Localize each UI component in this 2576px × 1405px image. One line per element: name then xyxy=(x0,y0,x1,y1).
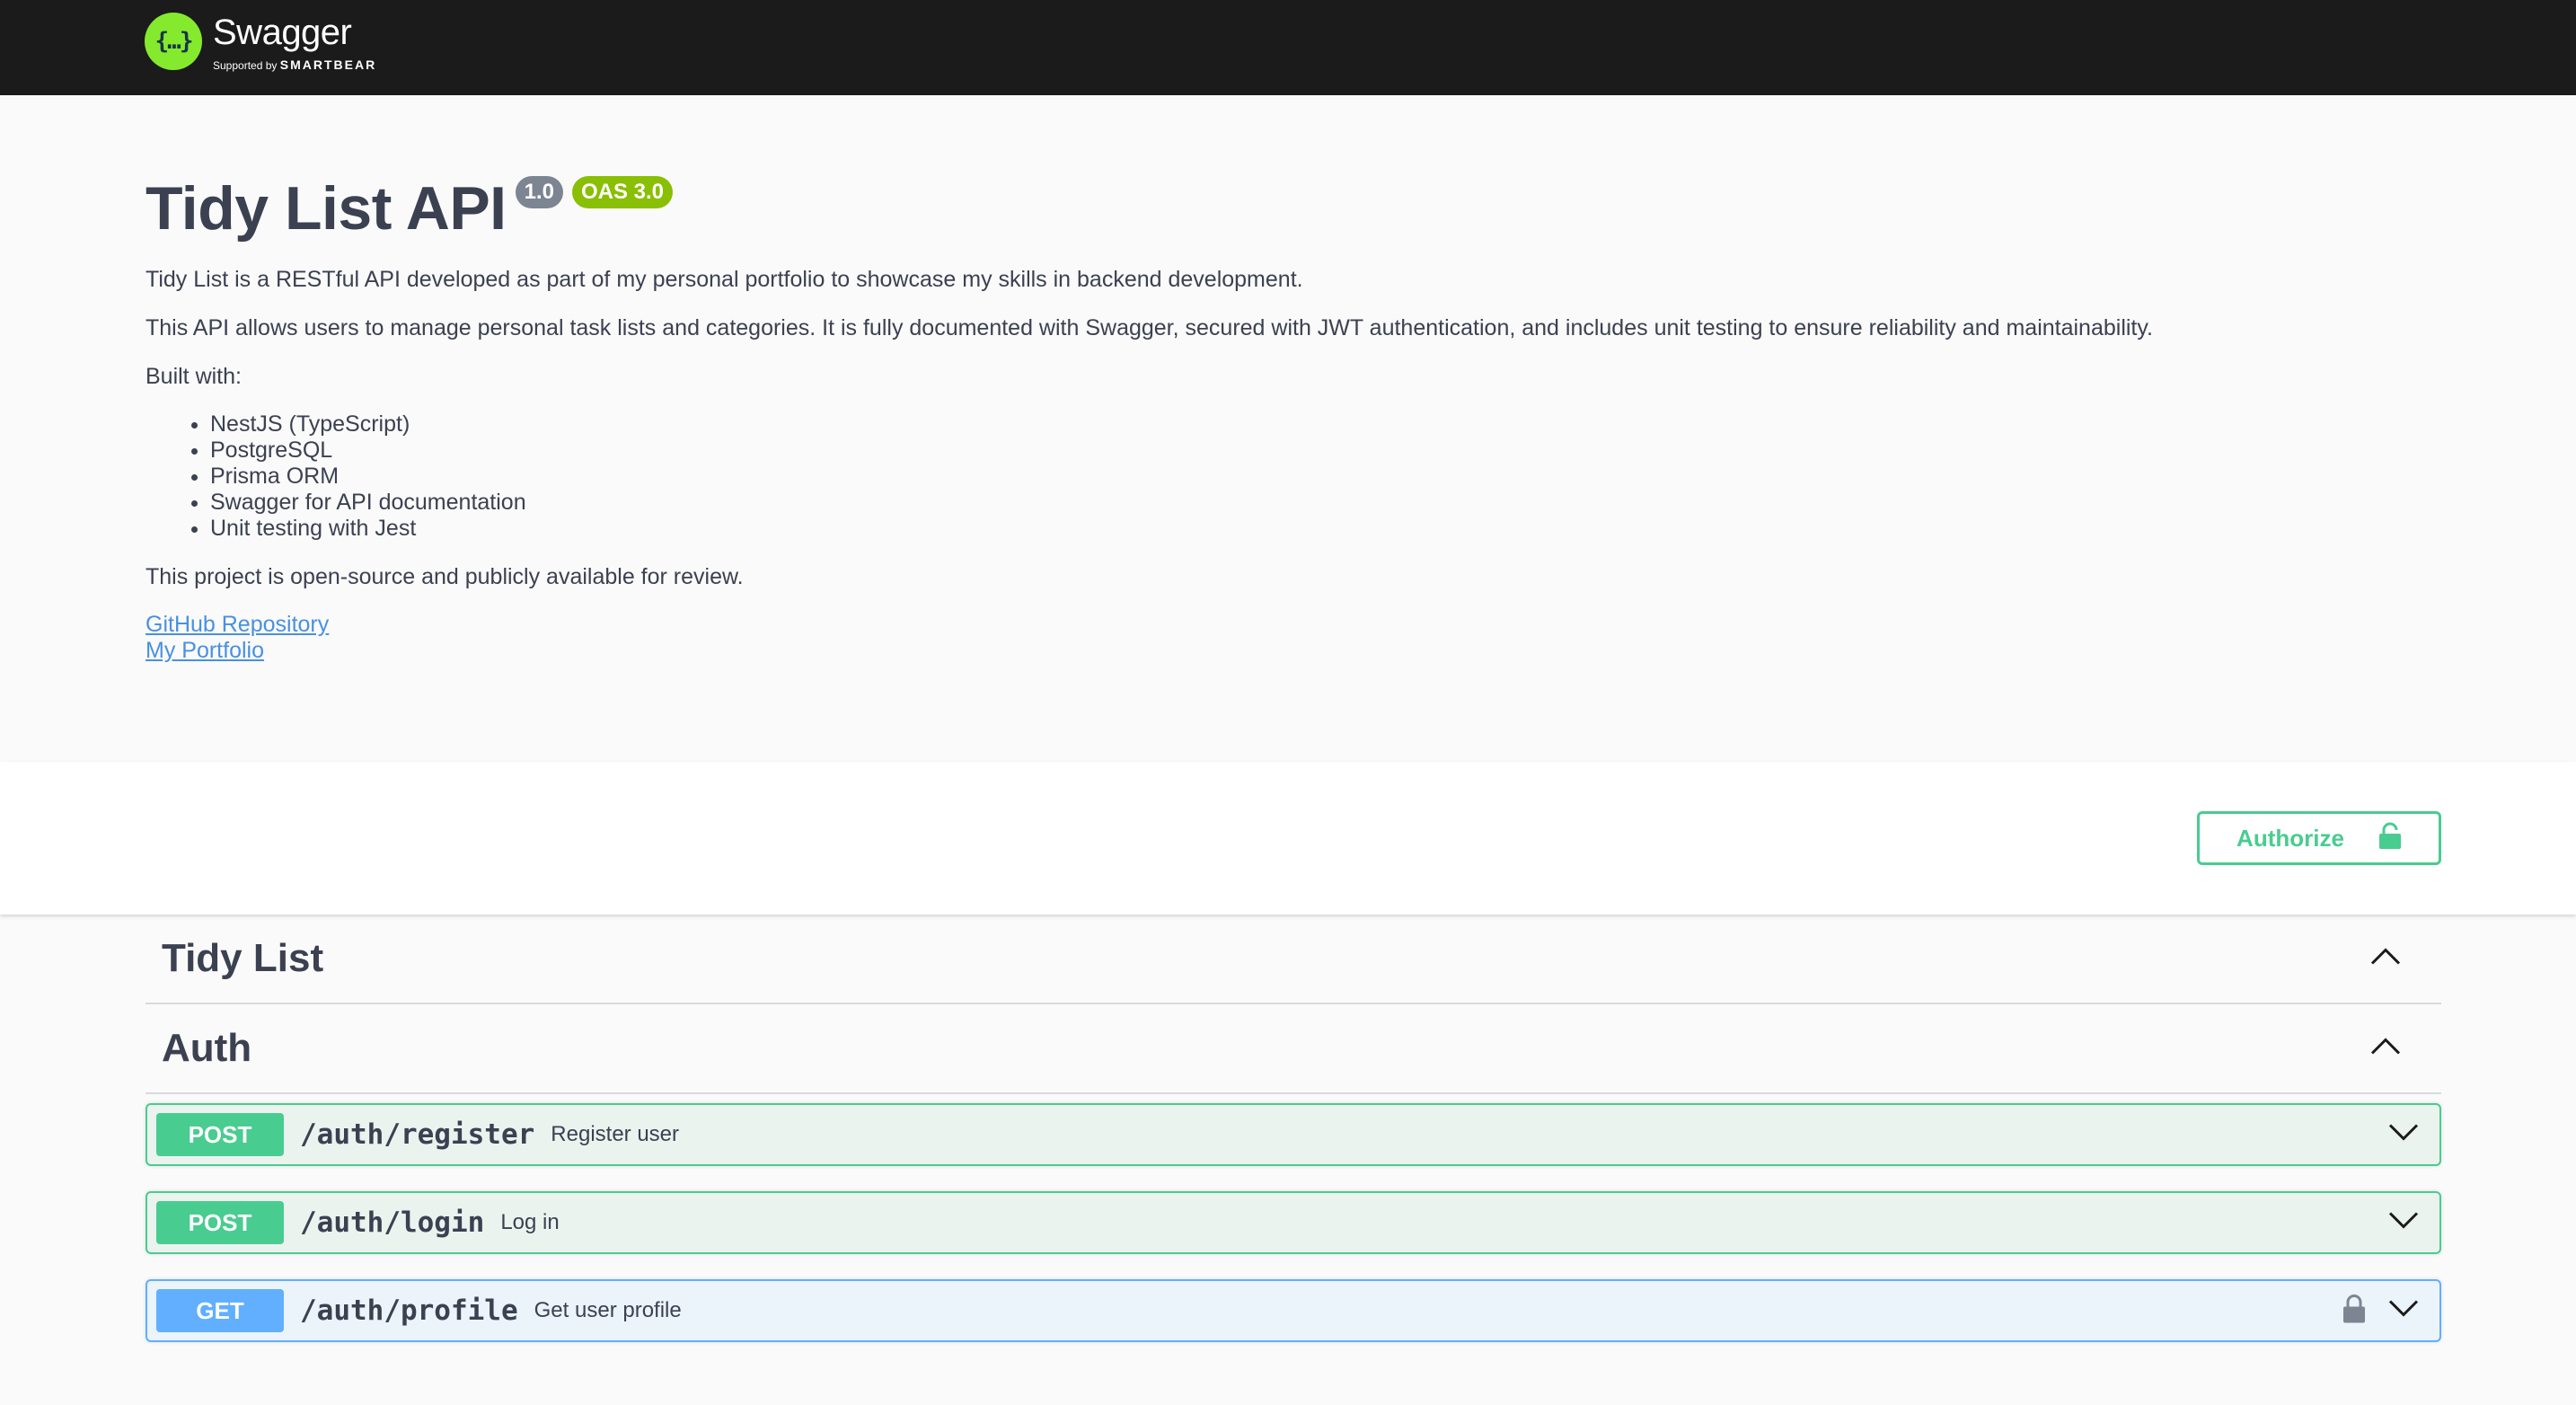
method-badge: GET xyxy=(156,1289,284,1332)
tag-name: Auth xyxy=(162,1026,252,1070)
oas-badge: OAS 3.0 xyxy=(571,176,673,208)
authorize-button[interactable]: Authorize xyxy=(2197,811,2441,865)
operation-post-auth-register[interactable]: POST /auth/register Register user xyxy=(146,1103,2441,1166)
operation-summary: Log in xyxy=(500,1210,560,1234)
version-badge: 1.0 xyxy=(515,176,563,208)
list-item: NestJS (TypeScript) xyxy=(210,411,2445,437)
method-badge: POST xyxy=(156,1113,284,1156)
authorize-label: Authorize xyxy=(2236,824,2344,852)
list-item: PostgreSQL xyxy=(210,437,2445,464)
title-row: Tidy List API 1.0 OAS 3.0 xyxy=(146,171,2445,246)
github-link[interactable]: GitHub Repository xyxy=(146,612,2445,638)
operation-path: /auth/register xyxy=(300,1118,535,1151)
built-with-list: NestJS (TypeScript) PostgreSQL Prisma OR… xyxy=(210,411,2445,542)
chevron-up-icon[interactable] xyxy=(2369,947,2402,971)
chevron-up-icon[interactable] xyxy=(2369,1037,2402,1061)
tag-sections: Tidy List Auth POST /auth/register Regis… xyxy=(146,915,2441,1342)
logo-text: Swagger Supported by SMARTBEAR xyxy=(213,13,376,73)
description-paragraph: This API allows users to manage personal… xyxy=(146,315,2153,340)
operation-summary: Register user xyxy=(551,1122,680,1146)
logo-subtitle: Supported by SMARTBEAR xyxy=(213,57,376,73)
tag-name: Tidy List xyxy=(162,936,324,980)
method-badge: POST xyxy=(156,1201,284,1244)
topbar: {…} Swagger Supported by SMARTBEAR xyxy=(0,0,2576,95)
operation-get-auth-profile[interactable]: GET /auth/profile Get user profile xyxy=(146,1279,2441,1342)
description-paragraph: Built with: xyxy=(146,364,242,389)
list-item: Unit testing with Jest xyxy=(210,516,2445,542)
tag-header-auth[interactable]: Auth xyxy=(146,1004,2441,1094)
description-paragraph: Tidy List is a RESTful API developed as … xyxy=(146,267,1303,292)
api-description: Tidy List is a RESTful API developed as … xyxy=(146,266,2445,664)
tag-header-tidy-list[interactable]: Tidy List xyxy=(146,915,2441,1004)
lock-icon[interactable] xyxy=(2342,1295,2366,1328)
chevron-down-icon[interactable] xyxy=(2387,1299,2420,1323)
operation-post-auth-login[interactable]: POST /auth/login Log in xyxy=(146,1191,2441,1254)
logo-brand: SMARTBEAR xyxy=(279,57,377,72)
lock-icon xyxy=(2378,822,2402,855)
api-info: Tidy List API 1.0 OAS 3.0 Tidy List is a… xyxy=(146,171,2445,664)
operation-path: /auth/profile xyxy=(300,1295,518,1327)
description-closing: This project is open-source and publicly… xyxy=(146,564,744,589)
logo-supported: Supported by xyxy=(213,59,278,72)
scheme-container: Authorize xyxy=(0,762,2576,915)
portfolio-link[interactable]: My Portfolio xyxy=(146,638,2445,664)
chevron-down-icon[interactable] xyxy=(2387,1211,2420,1235)
operation-summary: Get user profile xyxy=(534,1298,682,1322)
logo-title: Swagger xyxy=(213,13,352,52)
swagger-logo[interactable]: {…} Swagger Supported by SMARTBEAR xyxy=(145,13,376,84)
chevron-down-icon[interactable] xyxy=(2387,1123,2420,1147)
operation-path: /auth/login xyxy=(300,1206,485,1239)
list-item: Prisma ORM xyxy=(210,464,2445,490)
page-title: Tidy List API xyxy=(146,174,507,243)
list-item: Swagger for API documentation xyxy=(210,490,2445,516)
swagger-logo-icon: {…} xyxy=(145,13,202,70)
